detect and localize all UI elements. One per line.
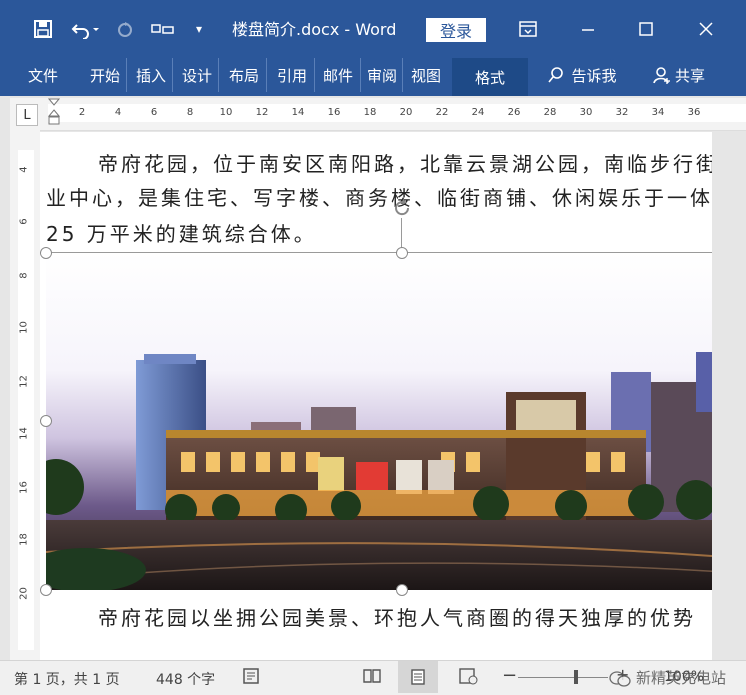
ribbon-tabs: 文件 开始 插入 设计 布局 引用 邮件 审阅 视图 格式 告诉我 共享	[0, 58, 746, 96]
horizontal-ruler[interactable]: L 2 4 6 8 10 12 14 16 18 20 22 24 26 28 …	[10, 98, 746, 131]
tab-review[interactable]: 审阅	[362, 58, 403, 92]
status-bar: 第 1 页，共 1 页 448 个字 − + 100% 新精英充电站	[0, 660, 746, 695]
ruler-tick: 14	[291, 107, 305, 118]
indent-marker-icon[interactable]	[48, 98, 60, 130]
page-count[interactable]: 第 1 页，共 1 页	[14, 669, 120, 689]
ruler-tick: 10	[18, 321, 30, 334]
paragraph-1-line-2[interactable]: 业中心，是集住宅、写字楼、商务楼、临街商铺、休闲娱乐于一体	[46, 182, 712, 211]
ruler-tick: 8	[18, 272, 30, 279]
resize-handle-top-left[interactable]	[40, 247, 52, 259]
selection-border-top	[46, 252, 712, 253]
save-icon[interactable]	[28, 14, 58, 44]
read-mode-icon[interactable]	[362, 667, 382, 689]
resize-handle-bottom[interactable]	[396, 584, 408, 596]
ruler-tick: 4	[18, 166, 30, 173]
ruler-tick: 4	[114, 107, 122, 118]
building-image	[46, 252, 712, 590]
maximize-icon[interactable]	[628, 14, 664, 44]
ruler-tick: 32	[615, 107, 629, 118]
ruler-tick: 2	[78, 107, 86, 118]
user-add-icon	[653, 67, 670, 84]
ruler-tick: 36	[687, 107, 701, 118]
ruler-tick: 30	[579, 107, 593, 118]
tab-insert[interactable]: 插入	[130, 58, 173, 92]
paragraph-1-line-3[interactable]: 25 万平米的建筑综合体。	[46, 218, 317, 247]
paragraph-1-line-1[interactable]: 帝府花园，位于南安区南阳路，北靠云景湖公园，南临步行街	[98, 148, 712, 177]
ruler-tick: 14	[18, 427, 30, 440]
tab-home[interactable]: 开始	[84, 58, 127, 92]
resize-handle-top[interactable]	[396, 247, 408, 259]
web-layout-icon[interactable]	[458, 667, 478, 689]
ruler-tick: 8	[186, 107, 194, 118]
share-label: 共享	[674, 66, 705, 85]
login-button[interactable]: 登录	[426, 18, 486, 42]
ruler-tick: 22	[435, 107, 449, 118]
vertical-ruler[interactable]: 4 6 8 10 12 14 16 18 20	[10, 130, 40, 660]
resize-handle-left[interactable]	[40, 415, 52, 427]
ruler-tick: 28	[543, 107, 557, 118]
tab-selector[interactable]: L	[16, 104, 38, 126]
share-button[interactable]: 共享	[644, 58, 714, 92]
redo-icon[interactable]	[112, 14, 138, 44]
search-icon	[548, 67, 564, 83]
ribbon-display-options-icon[interactable]	[510, 14, 546, 44]
ruler-tick: 6	[150, 107, 158, 118]
tab-design[interactable]: 设计	[176, 58, 219, 92]
close-icon[interactable]	[686, 14, 726, 44]
touch-mode-icon[interactable]	[148, 14, 178, 44]
resize-handle-bottom-left[interactable]	[40, 584, 52, 596]
ruler-tick: 24	[471, 107, 485, 118]
window-title: 楼盘简介.docx - Word	[232, 20, 397, 39]
zoom-slider-thumb[interactable]	[574, 670, 578, 684]
print-layout-icon[interactable]	[398, 661, 438, 693]
tab-view[interactable]: 视图	[404, 58, 448, 92]
rotate-handle-icon[interactable]	[392, 198, 412, 218]
document-page[interactable]: 帝府花园，位于南安区南阳路，北靠云景湖公园，南临步行街 业中心，是集住宅、写字楼…	[40, 132, 712, 660]
ruler-tick: 16	[18, 481, 30, 494]
zoom-out-icon[interactable]: −	[502, 665, 517, 686]
ruler-strip: 2 4 6 8 10 12 14 16 18 20 22 24 26 28 30…	[48, 104, 746, 122]
paragraph-2-line-1[interactable]: 帝府花园以坐拥公园美景、环抱人气商圈的得天独厚的优势	[98, 602, 696, 631]
proofing-icon[interactable]	[242, 667, 260, 689]
zoom-slider-track[interactable]	[518, 677, 608, 678]
undo-icon[interactable]	[66, 14, 106, 44]
ruler-tick: 20	[399, 107, 413, 118]
ruler-tick: 34	[651, 107, 665, 118]
wechat-icon	[609, 670, 631, 687]
ruler-tick: 12	[255, 107, 269, 118]
title-bar: ▾ 楼盘简介.docx - Word 登录	[0, 0, 746, 58]
tab-layout[interactable]: 布局	[222, 58, 267, 92]
tab-references[interactable]: 引用	[270, 58, 315, 92]
ruler-tick: 16	[327, 107, 341, 118]
ruler-tick: 6	[18, 218, 30, 225]
tab-format[interactable]: 格式	[452, 58, 528, 96]
tab-file[interactable]: 文件	[22, 58, 64, 92]
word-window: ▾ 楼盘简介.docx - Word 登录 文件 开始 插入 设计 布局 引用 …	[0, 0, 746, 695]
ruler-tick: 18	[18, 533, 30, 546]
watermark: 新精英充电站	[609, 667, 726, 688]
tell-me-label: 告诉我	[571, 66, 617, 85]
word-count[interactable]: 448 个字	[156, 669, 215, 689]
building-photo[interactable]	[46, 252, 712, 590]
tab-mailings[interactable]: 邮件	[316, 58, 361, 92]
ruler-tick: 12	[18, 375, 30, 388]
customize-qat-icon[interactable]: ▾	[188, 14, 210, 44]
ruler-tick: 20	[18, 587, 30, 600]
watermark-text: 新精英充电站	[635, 669, 726, 687]
minimize-icon[interactable]	[570, 14, 606, 44]
ruler-tick: 18	[363, 107, 377, 118]
ruler-tick: 10	[219, 107, 233, 118]
ruler-tick: 26	[507, 107, 521, 118]
tell-me-button[interactable]: 告诉我	[540, 58, 624, 92]
